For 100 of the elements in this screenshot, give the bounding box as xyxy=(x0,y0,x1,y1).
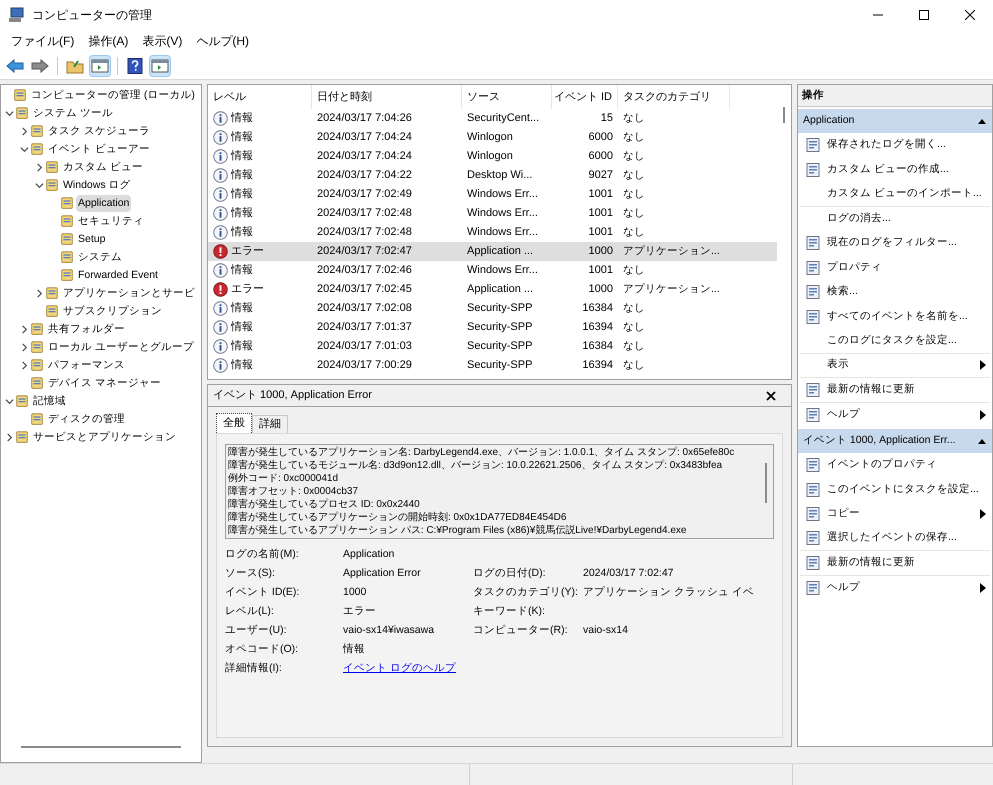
table-cell-text: Windows Err... xyxy=(466,187,539,202)
table-cell-text: Desktop Wi... xyxy=(466,168,534,184)
toolbar-button[interactable] xyxy=(89,54,111,76)
action-item[interactable]: 保存されたログを開く... xyxy=(827,137,946,154)
tree-item[interactable]: Windows ログ xyxy=(61,176,133,194)
chevron-right-icon[interactable] xyxy=(20,126,28,136)
info-icon xyxy=(213,358,228,373)
table-cell-text: 6000 xyxy=(588,130,614,146)
chevron-down-icon[interactable] xyxy=(4,108,14,118)
table-cell-text: 2024/03/17 7:02:46 xyxy=(316,263,413,278)
table-cell-text: 1001 xyxy=(588,263,614,278)
node-icon xyxy=(60,232,74,246)
chevron-right-icon[interactable] xyxy=(34,162,44,172)
info-icon xyxy=(213,149,228,164)
action-item[interactable]: 現在のログをフィルター... xyxy=(827,235,957,252)
node-icon xyxy=(15,430,29,444)
tree-item[interactable]: コンピューターの管理 (ローカル) xyxy=(29,86,197,104)
tree-item[interactable]: デバイス マネージャー xyxy=(46,374,163,392)
close-icon[interactable] xyxy=(766,390,776,400)
action-item[interactable]: ヘルプ xyxy=(827,580,860,596)
info-icon xyxy=(213,168,228,183)
table-cell-text: 16394 xyxy=(581,320,614,336)
table-cell-text: Windows Err... xyxy=(466,263,539,278)
menu-item[interactable]: ファイル(F) xyxy=(4,31,82,51)
tree-item[interactable]: イベント ビューアー xyxy=(46,140,152,158)
collapse-triangle-icon[interactable] xyxy=(977,117,987,125)
table-cell-text: なし xyxy=(622,320,646,335)
action-item[interactable]: 検索... xyxy=(827,284,858,300)
tree-item[interactable]: サービスとアプリケーション xyxy=(31,428,178,446)
chevron-right-icon[interactable] xyxy=(20,324,28,334)
table-cell-text: 1000 xyxy=(588,244,614,260)
action-icon xyxy=(805,406,821,423)
action-item[interactable]: 最新の情報に更新 xyxy=(827,382,915,398)
action-icon xyxy=(805,260,821,276)
tree-item[interactable]: カスタム ビュー xyxy=(61,158,145,176)
table-cell-text: Windows Err... xyxy=(466,225,539,240)
menu-item[interactable]: ヘルプ(H) xyxy=(189,31,256,51)
table-cell-text: 1001 xyxy=(588,206,614,222)
chevron-right-icon[interactable] xyxy=(20,360,28,370)
tree-item[interactable]: Application xyxy=(76,194,132,212)
table-cell-text: 1000 xyxy=(588,282,614,298)
action-item[interactable]: ログの消去... xyxy=(827,210,891,227)
field-label: 詳細情報(I): xyxy=(225,661,283,676)
collapse-triangle-icon[interactable] xyxy=(977,437,987,445)
action-item[interactable]: すべてのイベントを名前を... xyxy=(827,308,968,325)
tree-item[interactable]: タスク スケジューラ xyxy=(46,122,152,140)
action-item[interactable]: ヘルプ xyxy=(827,406,860,423)
action-icon xyxy=(805,235,821,252)
info-icon xyxy=(213,187,228,202)
action-item[interactable]: このログにタスクを設定... xyxy=(827,332,957,349)
action-icon xyxy=(805,530,821,546)
chevron-right-icon[interactable] xyxy=(4,432,14,442)
table-cell-text: なし xyxy=(622,206,646,221)
field-label: キーワード(K): xyxy=(473,604,546,620)
node-icon xyxy=(60,250,74,264)
tree-item[interactable]: 記憶域 xyxy=(31,392,68,410)
description-box[interactable] xyxy=(225,444,774,539)
action-item[interactable]: イベントのプロパティ xyxy=(827,457,937,474)
chevron-down-icon[interactable] xyxy=(4,396,14,406)
tree-item[interactable]: 共有フォルダー xyxy=(46,320,127,338)
action-item[interactable]: 選択したイベントの保存... xyxy=(827,530,957,546)
action-item[interactable]: コピー xyxy=(827,506,860,522)
event-row[interactable]: エラー 2024/03/17 7:02:47 Application ... 1000 アプリケーション... xyxy=(208,242,777,261)
action-item[interactable]: 最新の情報に更新 xyxy=(827,554,915,571)
action-icon xyxy=(805,284,821,300)
tree-item[interactable]: システム xyxy=(76,248,124,266)
description-line: 障害が発生しているアプリケーション名: DarbyLegend4.exe、バージョン: 1.0.0.1、タイム スタンプ: 0x65efe80c xyxy=(228,446,736,459)
menu-item[interactable]: 操作(A) xyxy=(81,31,136,51)
table-cell-text: なし xyxy=(622,262,646,278)
tree-item[interactable]: アプリケーションとサービ xyxy=(61,284,197,302)
table-cell-text: アプリケーション... xyxy=(622,244,721,259)
tree-item[interactable]: ローカル ユーザーとグループ xyxy=(46,338,196,356)
action-item[interactable]: このイベントにタスクを設定... xyxy=(827,482,979,498)
tree-item[interactable]: パフォーマンス xyxy=(46,356,127,374)
action-item[interactable]: カスタム ビューのインポート... xyxy=(827,186,982,202)
action-icon xyxy=(805,554,821,571)
action-item[interactable]: プロパティ xyxy=(827,260,882,276)
action-icon xyxy=(805,382,821,398)
section-header[interactable]: イベント 1000, Application Err... xyxy=(798,429,992,453)
toolbar-button[interactable] xyxy=(149,54,171,76)
tree-item[interactable]: サブスクリプション xyxy=(61,302,164,320)
tab[interactable]: 詳細 xyxy=(252,415,288,433)
field-label: ログの日付(D): xyxy=(473,566,546,582)
pane-icon xyxy=(91,58,109,74)
menu-item[interactable]: 表示(V) xyxy=(135,31,190,51)
chevron-right-icon[interactable] xyxy=(34,288,44,298)
chevron-down-icon[interactable] xyxy=(20,144,28,154)
tree-item[interactable]: セキュリティ xyxy=(76,212,146,230)
tree-item[interactable]: ディスクの管理 xyxy=(46,410,127,428)
table-cell-text: 15 xyxy=(600,111,614,126)
help-link[interactable]: イベント ログのヘルプ xyxy=(343,661,456,677)
tree-item[interactable]: Forwarded Event xyxy=(76,266,160,284)
tree-item[interactable]: システム ツール xyxy=(31,104,115,122)
section-header[interactable]: Application xyxy=(798,109,992,133)
tab[interactable]: 全般 xyxy=(216,413,252,433)
action-item[interactable]: 表示 xyxy=(827,357,849,374)
chevron-down-icon[interactable] xyxy=(34,180,44,190)
action-item[interactable]: カスタム ビューの作成... xyxy=(827,162,949,178)
tree-item[interactable]: Setup xyxy=(76,230,108,248)
chevron-right-icon[interactable] xyxy=(20,342,28,352)
